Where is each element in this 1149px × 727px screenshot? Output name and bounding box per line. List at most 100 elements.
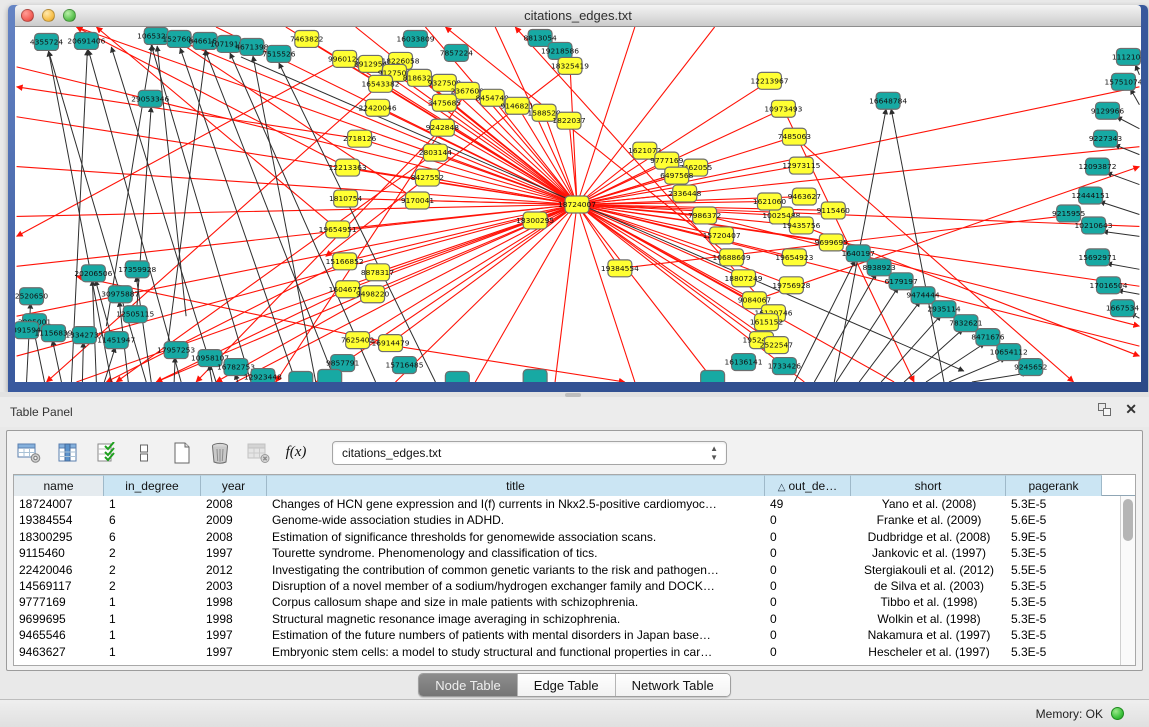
black-edge[interactable] [1130,89,1139,105]
cell-title[interactable]: Changes of HCN gene expression and I(f) … [267,496,765,512]
table-row[interactable]: 946362711997Embryonic stem cells: a mode… [14,644,1135,660]
red-edge[interactable] [17,167,577,205]
black-edge[interactable] [1100,202,1140,215]
float-panel-icon[interactable] [1098,403,1111,416]
red-edge[interactable] [96,27,337,229]
function-builder-icon[interactable]: f(x) [284,440,308,466]
table-row[interactable]: 1830029562008Estimation of significance … [14,529,1135,545]
black-edge[interactable] [926,343,985,382]
cell-pagerank[interactable]: 5.5E-5 [1006,562,1102,578]
graph-node[interactable]: 2520650 [15,288,48,305]
cell-year[interactable]: 2012 [201,562,267,578]
cell-in_degree[interactable]: 1 [104,627,201,643]
cell-name[interactable]: 9699695 [14,611,104,627]
cell-pagerank[interactable]: 5.3E-5 [1006,611,1102,627]
column-header-short[interactable]: short [851,475,1006,496]
cell-title[interactable]: Genome-wide association studies in ADHD. [267,512,765,528]
graph-node[interactable]: 7463822 [290,30,323,47]
cell-pagerank[interactable]: 5.9E-5 [1006,529,1102,545]
graph-node[interactable]: 9215955 [1052,205,1086,222]
graph-node[interactable]: 19756928 [772,277,810,294]
cell-year[interactable]: 1997 [201,627,267,643]
network-svg[interactable]: 4355724206914061065328715276028466160107… [15,27,1141,382]
graph-node[interactable]: 1822037 [552,112,586,129]
cell-name[interactable]: 9115460 [14,545,104,561]
graph-node[interactable]: 1667534 [1106,300,1140,317]
graph-node[interactable]: 9115460 [817,202,851,219]
cell-year[interactable]: 1998 [201,611,267,627]
red-edge[interactable] [555,205,577,383]
table-settings-icon[interactable] [17,440,42,466]
cell-name[interactable]: 14569117 [14,578,104,594]
black-edge[interactable] [174,357,175,382]
cell-name[interactable]: 18724007 [14,496,104,512]
graph-node[interactable]: 15716485 [385,357,423,374]
table-row[interactable]: 1872400712008Changes of HCN gene express… [14,496,1135,512]
black-edge[interactable] [1107,173,1140,185]
graph-node[interactable]: 4355724 [30,33,64,50]
graph-node[interactable]: 7515526 [262,45,296,62]
cell-year[interactable]: 2008 [201,529,267,545]
graph-node[interactable]: 1112104 [1112,48,1141,65]
cell-in_degree[interactable]: 1 [104,611,201,627]
column-header-in_degree[interactable]: in_degree [104,475,201,496]
table-row[interactable]: 911546021997Tourette syndrome. Phenomeno… [14,545,1135,561]
cell-pagerank[interactable]: 5.3E-5 [1006,578,1102,594]
graph-node[interactable]: 1733426 [768,358,802,375]
black-edge[interactable] [904,329,963,382]
red-edge[interactable] [577,27,635,205]
graph-node[interactable]: 16914479 [372,335,410,352]
select-columns-icon[interactable] [94,440,118,466]
cell-pagerank[interactable]: 5.3E-5 [1006,627,1102,643]
graph-node[interactable]: 12093872 [1079,158,1117,175]
graph-node[interactable]: 7625402 [341,332,374,349]
graph-node[interactable]: 22420046 [359,99,397,116]
graph-node[interactable]: 2336448 [668,185,702,202]
graph-node[interactable]: 12213363 [329,159,367,176]
graph-node[interactable] [701,371,725,382]
graph-node[interactable]: 12213967 [750,72,788,89]
red-edge[interactable] [577,81,769,205]
graph-node[interactable]: 20206506 [74,265,112,282]
graph-node[interactable]: 12444151 [1072,187,1110,204]
black-edge[interactable] [136,107,151,316]
graph-node[interactable]: 8427552 [411,169,444,186]
cell-out_degree[interactable]: 0 [765,578,851,594]
red-edge[interactable] [577,205,715,383]
red-edge[interactable] [360,139,577,205]
red-edge[interactable] [442,128,577,205]
table-row[interactable]: 2242004622012Investigating the contribut… [14,562,1135,578]
cell-short[interactable]: Nakamura et al. (1997) [851,627,1006,643]
red-edge[interactable] [570,66,577,205]
cell-pagerank[interactable]: 5.3E-5 [1006,545,1102,561]
black-edge[interactable] [1107,263,1140,269]
table-row[interactable]: 977716911998Corpus callosum shape and si… [14,594,1135,610]
cell-short[interactable]: Hescheler et al. (1997) [851,644,1006,660]
cell-title[interactable]: Investigating the contribution of common… [267,562,765,578]
graph-node[interactable] [445,372,469,382]
graph-node[interactable]: 3475685 [428,94,462,111]
cell-in_degree[interactable]: 1 [104,496,201,512]
red-edge[interactable] [17,205,577,217]
black-edge[interactable] [1114,145,1139,155]
cell-out_degree[interactable]: 0 [765,545,851,561]
cell-short[interactable]: Wolkin et al. (1998) [851,611,1006,627]
tab-node-table[interactable]: Node Table [419,674,518,696]
red-edge[interactable] [17,59,345,237]
graph-node[interactable] [289,372,313,382]
graph-node[interactable]: 19654923 [775,249,813,266]
cell-pagerank[interactable]: 5.3E-5 [1006,496,1102,512]
graph-node[interactable]: 17359928 [118,261,156,278]
graph-node[interactable]: 19654951 [319,221,357,238]
cell-name[interactable]: 18300295 [14,529,104,545]
cell-title[interactable]: Disruption of a novel member of a sodium… [267,578,765,594]
cell-year[interactable]: 2008 [201,496,267,512]
black-edge[interactable] [814,273,876,382]
cell-pagerank[interactable]: 5.3E-5 [1006,594,1102,610]
tab-network-table[interactable]: Network Table [616,674,730,696]
graph-node[interactable]: 7857224 [440,44,474,61]
column-header-year[interactable]: year [201,475,267,496]
scrollbar-thumb[interactable] [1123,499,1133,541]
cell-in_degree[interactable]: 2 [104,578,201,594]
graph-node[interactable]: 15692971 [1079,249,1117,266]
